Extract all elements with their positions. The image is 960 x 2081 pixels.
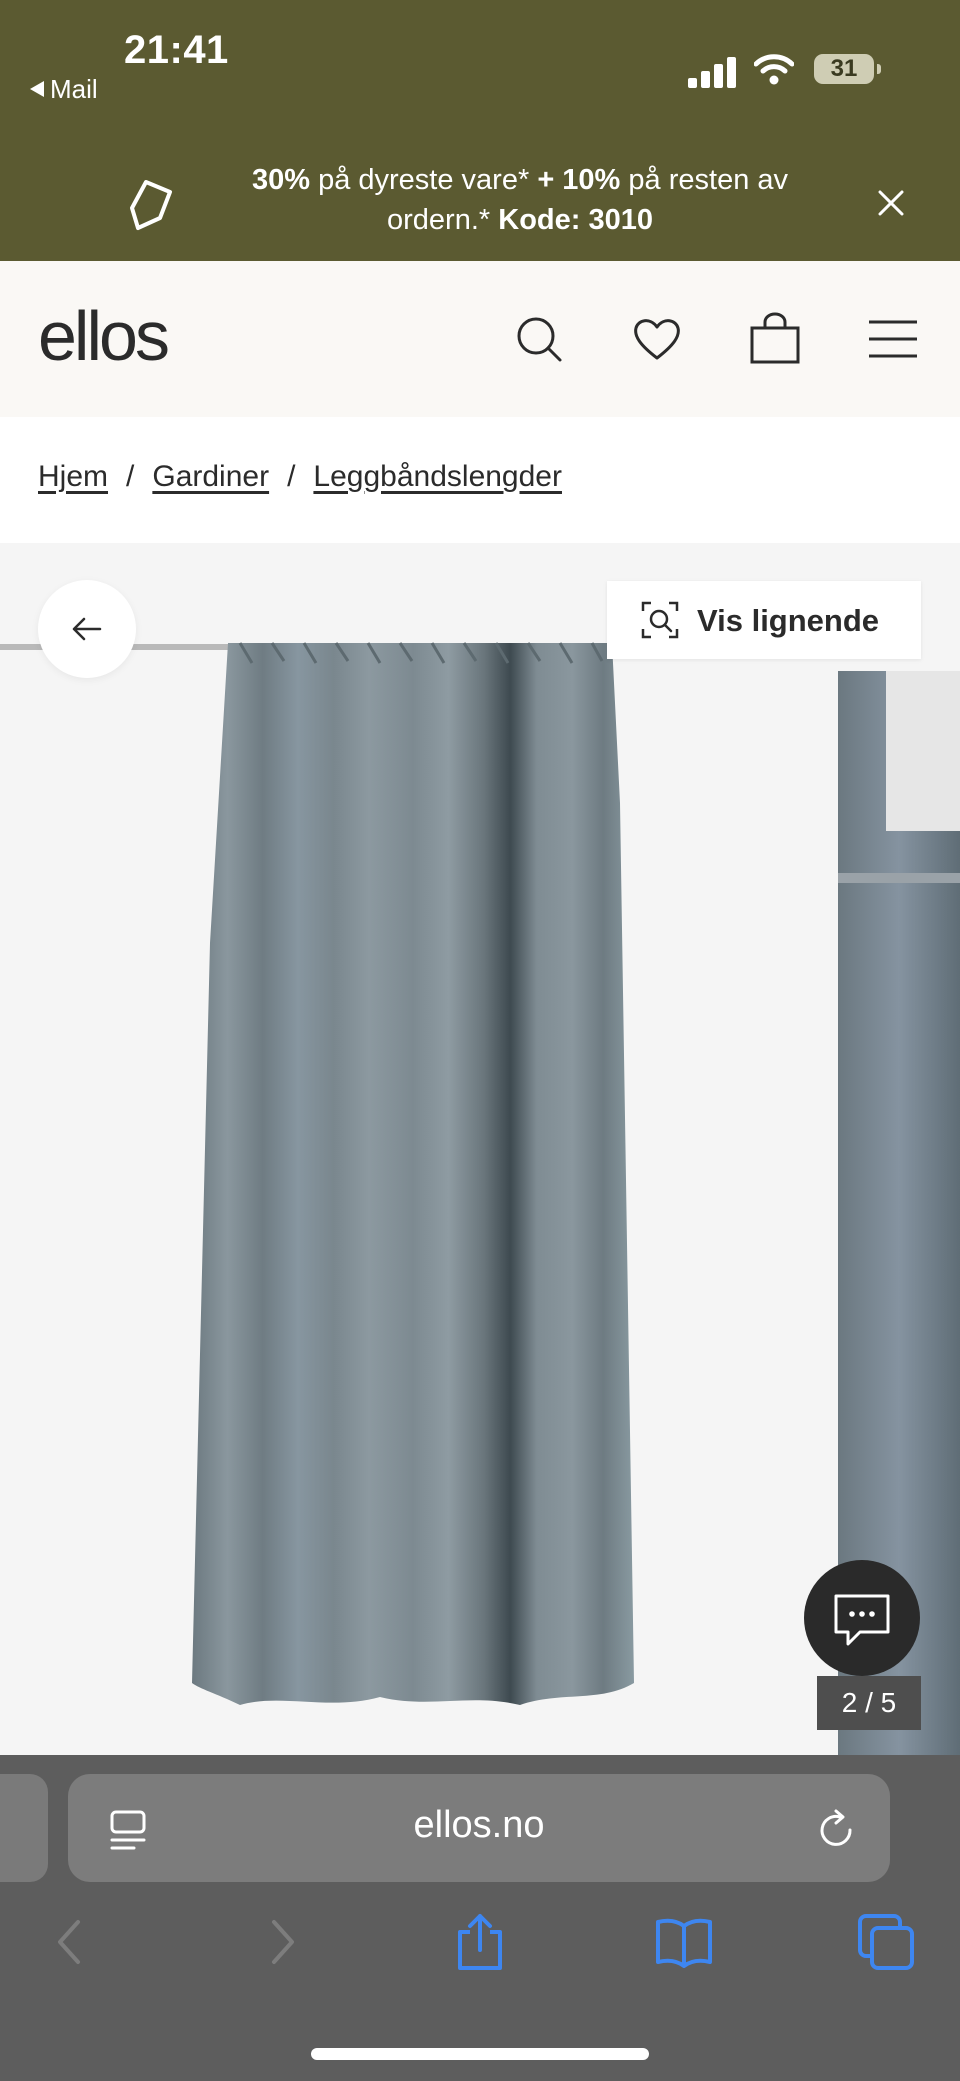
tabs-icon[interactable]	[856, 1912, 916, 1972]
back-app-label: Mail	[50, 74, 98, 104]
gallery-back-button[interactable]	[38, 580, 136, 678]
cellular-signal-icon	[688, 56, 738, 88]
home-indicator[interactable]	[311, 2048, 649, 2060]
url-text: ellos.no	[413, 1804, 545, 1846]
shopping-bag-icon[interactable]	[748, 312, 802, 366]
show-similar-label: Vis lignende	[697, 603, 880, 638]
tag-icon	[130, 180, 172, 230]
battery-indicator: 31	[814, 54, 881, 84]
heart-icon[interactable]	[630, 312, 684, 366]
back-nav-icon[interactable]	[42, 1912, 102, 1972]
breadcrumb: Hjem / Gardiner / Leggbåndslengder	[38, 460, 562, 493]
share-icon[interactable]	[450, 1912, 510, 1972]
visual-search-icon	[641, 601, 679, 639]
forward-nav-icon[interactable]	[250, 1912, 310, 1972]
chat-icon	[834, 1594, 890, 1646]
previous-tab-preview[interactable]	[0, 1774, 48, 1882]
menu-icon[interactable]	[866, 312, 920, 366]
breadcrumb-curtains[interactable]: Gardiner	[152, 460, 269, 493]
back-to-mail[interactable]: Mail	[30, 74, 98, 105]
search-icon[interactable]	[512, 312, 566, 366]
breadcrumb-home[interactable]: Hjem	[38, 460, 108, 493]
breadcrumb-tape-lengths[interactable]: Leggbåndslengder	[313, 460, 562, 493]
promo-text: 30% på dyreste vare* + 10% på resten av …	[251, 164, 789, 236]
chat-button[interactable]	[804, 1560, 920, 1676]
arrow-left-icon	[72, 617, 102, 641]
back-triangle-icon	[30, 81, 44, 97]
show-similar-button[interactable]: Vis lignende	[607, 581, 921, 659]
image-counter: 2 / 5	[817, 1676, 921, 1730]
wifi-icon	[754, 54, 794, 85]
close-icon[interactable]	[874, 186, 908, 220]
status-time: 21:41	[124, 28, 229, 72]
reload-icon[interactable]	[812, 1806, 860, 1854]
ellos-logo[interactable]: ellos	[38, 296, 170, 376]
bookmarks-icon[interactable]	[654, 1912, 714, 1972]
